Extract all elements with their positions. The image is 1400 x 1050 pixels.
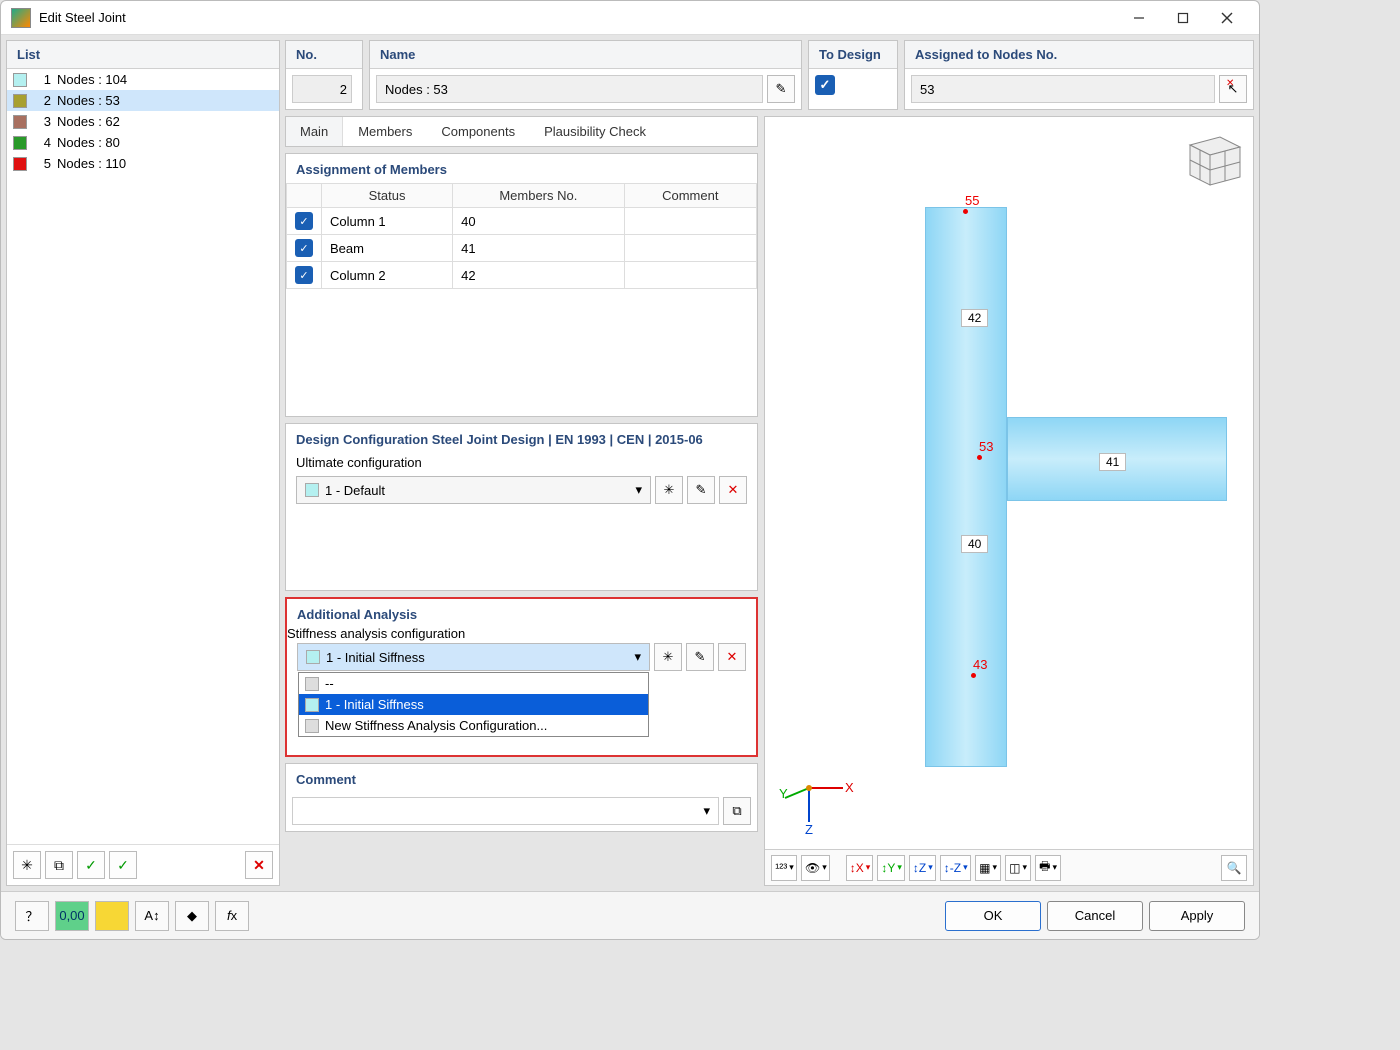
no-card: No. <box>285 40 363 110</box>
stiffness-new-button[interactable]: ✳ <box>654 643 682 671</box>
minimize-button[interactable] <box>1117 4 1161 32</box>
list-title: List <box>7 41 279 69</box>
design-config-title: Design Configuration Steel Joint Design … <box>286 424 757 451</box>
color-button[interactable] <box>95 901 129 931</box>
viewport-toolbar: ¹²³ 👁 ↕X ↕Y ↕Z ↕-Z ▦ ◫ 🖶 🔍 <box>765 849 1253 885</box>
svg-text:X: X <box>845 780 854 795</box>
new-button[interactable]: ✳ <box>13 851 41 879</box>
list-panel: List 1Nodes : 1042Nodes : 533Nodes : 624… <box>6 40 280 886</box>
table-row[interactable]: ✓Column 140 <box>287 208 757 235</box>
additional-analysis-panel: Additional Analysis Stiffness analysis c… <box>285 597 758 757</box>
list-item[interactable]: 5Nodes : 110 <box>7 153 279 174</box>
apply-button[interactable]: Apply <box>1149 901 1245 931</box>
no-field[interactable] <box>292 75 352 103</box>
name-label: Name <box>370 41 801 69</box>
stiffness-config-select[interactable]: 1 - Initial Siffness▾ --1 - Initial Siff… <box>297 643 650 671</box>
maximize-button[interactable] <box>1161 4 1205 32</box>
tab-main[interactable]: Main <box>286 117 343 146</box>
axis-gizmo: X Y Z <box>779 758 859 841</box>
assignment-title: Assignment of Members <box>286 154 757 181</box>
cancel-button[interactable]: Cancel <box>1047 901 1143 931</box>
member-label: 41 <box>1099 453 1126 471</box>
copy-button[interactable]: ⧉ <box>45 851 73 879</box>
vt-z2[interactable]: ↕-Z <box>940 855 971 881</box>
list-item[interactable]: 1Nodes : 104 <box>7 69 279 90</box>
list-item[interactable]: 3Nodes : 62 <box>7 111 279 132</box>
check-a-button[interactable]: ✓ <box>77 851 105 879</box>
help-button[interactable]: ？ <box>15 901 49 931</box>
vt-render[interactable]: ▦ <box>975 855 1001 881</box>
comment-field[interactable]: ▾ <box>292 797 719 825</box>
tab-components[interactable]: Components <box>426 117 529 146</box>
comment-card: Comment ▾ ⧉ <box>285 763 758 832</box>
vt-z1[interactable]: ↕Z <box>909 855 936 881</box>
config-pick-button[interactable]: ✕ <box>719 476 747 504</box>
vt-view[interactable]: 👁 <box>801 855 830 881</box>
node-label: 55 <box>965 193 979 208</box>
pick-nodes-button[interactable]: ✕↖ <box>1219 75 1247 103</box>
rename-button[interactable]: ✎ <box>767 75 795 103</box>
app-icon <box>11 8 31 28</box>
ai-button[interactable]: A↕ <box>135 901 169 931</box>
vt-print[interactable]: 🖶 <box>1035 855 1061 881</box>
svg-text:Z: Z <box>805 822 813 837</box>
config-new-button[interactable]: ✳ <box>655 476 683 504</box>
list-item[interactable]: 4Nodes : 80 <box>7 132 279 153</box>
window-title: Edit Steel Joint <box>39 10 1117 25</box>
list-item[interactable]: 2Nodes : 53 <box>7 90 279 111</box>
name-field[interactable] <box>376 75 763 103</box>
to-design-card: To Design ✓ <box>808 40 898 110</box>
additional-title: Additional Analysis <box>287 599 756 626</box>
nav-cube[interactable] <box>1175 125 1245 195</box>
member-label: 42 <box>961 309 988 327</box>
dropdown-option[interactable]: 1 - Initial Siffness <box>299 694 648 715</box>
close-button[interactable] <box>1205 4 1249 32</box>
table-row[interactable]: ✓Beam41 <box>287 235 757 262</box>
assigned-card: Assigned to Nodes No. 53 ✕↖ <box>904 40 1254 110</box>
no-label: No. <box>286 41 362 69</box>
stiffness-pick-button[interactable]: ✕ <box>718 643 746 671</box>
config-edit-button[interactable]: ✎ <box>687 476 715 504</box>
member-label: 40 <box>961 535 988 553</box>
ultimate-config-label: Ultimate configuration <box>286 451 757 474</box>
node-label: 43 <box>973 657 987 672</box>
tab-bar: MainMembersComponentsPlausibility Check <box>285 116 758 147</box>
units-button[interactable]: 0,00 <box>55 901 89 931</box>
members-table[interactable]: StatusMembers No.Comment✓Column 140✓Beam… <box>286 183 757 289</box>
delete-button[interactable]: ✕ <box>245 851 273 879</box>
lang-button[interactable]: ◆ <box>175 901 209 931</box>
stiffness-edit-button[interactable]: ✎ <box>686 643 714 671</box>
node-label: 53 <box>979 439 993 454</box>
table-row[interactable]: ✓Column 242 <box>287 262 757 289</box>
titlebar: Edit Steel Joint <box>1 1 1259 35</box>
ok-button[interactable]: OK <box>945 901 1041 931</box>
check-b-button[interactable]: ✓ <box>109 851 137 879</box>
stiffness-config-label: Stiffness analysis configuration <box>287 626 756 641</box>
svg-text:Y: Y <box>779 786 788 801</box>
dropdown-option[interactable]: -- <box>299 673 648 694</box>
vt-box[interactable]: ◫ <box>1005 855 1031 881</box>
name-card: Name ✎ <box>369 40 802 110</box>
footer: ？ 0,00 A↕ ◆ fx OK Cancel Apply <box>1 891 1259 939</box>
assigned-label: Assigned to Nodes No. <box>905 41 1253 69</box>
comment-library-button[interactable]: ⧉ <box>723 797 751 825</box>
to-design-checkbox[interactable]: ✓ <box>815 75 835 95</box>
ultimate-config-select[interactable]: 1 - Default▾ <box>296 476 651 504</box>
vt-numbering[interactable]: ¹²³ <box>771 855 797 881</box>
comment-title: Comment <box>286 764 757 791</box>
viewport-3d[interactable]: 55 53 43 42 40 41 X Y <box>764 116 1254 886</box>
vt-x[interactable]: ↕X <box>846 855 874 881</box>
tab-members[interactable]: Members <box>343 117 426 146</box>
tab-plausibility-check[interactable]: Plausibility Check <box>529 117 660 146</box>
vt-y[interactable]: ↕Y <box>877 855 905 881</box>
fx-button[interactable]: fx <box>215 901 249 931</box>
stiffness-dropdown[interactable]: --1 - Initial SiffnessNew Stiffness Anal… <box>298 672 649 737</box>
joint-list[interactable]: 1Nodes : 1042Nodes : 533Nodes : 624Nodes… <box>7 69 279 844</box>
dropdown-option[interactable]: New Stiffness Analysis Configuration... <box>299 715 648 736</box>
to-design-label: To Design <box>809 41 897 69</box>
vt-zoom[interactable]: 🔍 <box>1221 855 1247 881</box>
assigned-field[interactable]: 53 <box>911 75 1215 103</box>
